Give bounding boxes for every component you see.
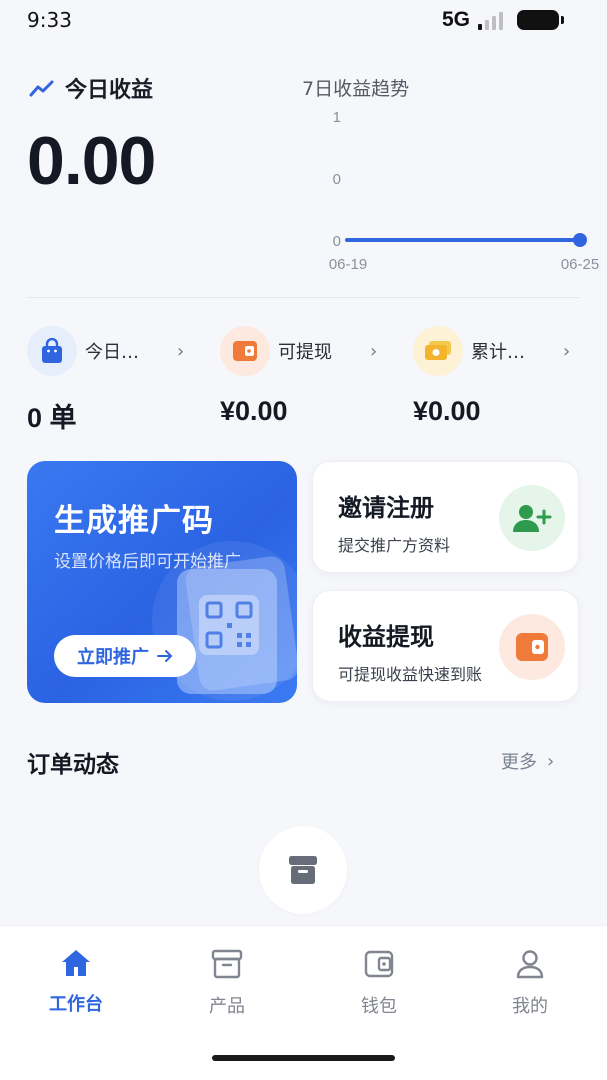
tab-label: 产品 — [209, 996, 245, 1017]
promote-now-button[interactable]: 立即推广 — [54, 635, 196, 677]
trend-x-start: 06-19 — [329, 256, 367, 273]
tab-workbench[interactable]: 工作台 — [21, 948, 131, 1016]
card-title: 收益提现 — [338, 623, 434, 651]
empty-state-icon — [259, 826, 347, 914]
invite-register-card[interactable]: 邀请注册 提交推广方资料 — [312, 461, 579, 573]
wallet-icon — [220, 326, 270, 376]
user-icon — [516, 950, 544, 979]
wallet-icon — [364, 950, 394, 978]
stat-value: ¥0.00 — [413, 396, 481, 426]
network-type: 5G — [441, 8, 470, 31]
trend-chart: 1 0 0 06-19 06-25 — [329, 109, 599, 273]
promo-title: 生成推广码 — [54, 503, 214, 539]
status-indicators: 5G — [441, 8, 564, 32]
stat-cumulative[interactable]: 累计… › ¥0.00 — [413, 326, 593, 427]
stat-label: 累计… — [471, 342, 525, 363]
card-subtitle: 可提现收益快速到账 — [338, 665, 483, 684]
stat-today-orders[interactable]: 今日… › 0 单 — [27, 326, 207, 435]
wallet-icon — [499, 614, 565, 680]
orders-title: 订单动态 — [27, 752, 119, 778]
tab-wallet[interactable]: 钱包 — [324, 948, 434, 1018]
signal-icon — [478, 10, 503, 30]
tab-label: 工作台 — [49, 994, 103, 1015]
home-indicator — [212, 1055, 395, 1061]
trend-title: 7日收益趋势 — [302, 78, 410, 100]
trend-y-tick: 0 — [333, 233, 341, 250]
tab-products[interactable]: 产品 — [172, 948, 282, 1018]
trend-x-end: 06-25 — [561, 256, 599, 273]
add-user-icon — [499, 485, 565, 551]
card-title: 邀请注册 — [338, 494, 434, 522]
trend-end-point — [573, 233, 587, 247]
cash-icon — [413, 326, 463, 376]
status-time: 9:33 — [27, 8, 72, 32]
stat-withdrawable[interactable]: 可提现 › ¥0.00 — [220, 326, 400, 427]
chevron-right-icon: › — [547, 750, 555, 772]
stat-value: 0 单 — [27, 403, 77, 433]
promote-now-label: 立即推广 — [77, 647, 149, 668]
more-label: 更多 — [501, 752, 537, 773]
tab-label: 钱包 — [361, 996, 397, 1017]
promo-subtitle: 设置价格后即可开始推广 — [54, 552, 241, 572]
home-icon — [62, 950, 90, 976]
trend-up-icon — [29, 80, 54, 97]
earnings-amount: 0.00 — [27, 123, 156, 199]
card-subtitle: 提交推广方资料 — [338, 536, 451, 555]
earnings-header: 今日收益 — [29, 72, 153, 104]
orders-more-link[interactable]: 更多 › — [501, 748, 554, 774]
chevron-right-icon: › — [177, 340, 185, 362]
trend-y-tick: 0 — [333, 171, 341, 188]
divider — [27, 297, 580, 298]
stat-label: 可提现 — [278, 342, 332, 363]
arrow-right-icon — [157, 650, 172, 662]
chevron-right-icon: › — [563, 340, 571, 362]
earnings-title: 今日收益 — [65, 78, 154, 103]
tab-label: 我的 — [512, 996, 548, 1017]
promo-card[interactable]: 生成推广码 设置价格后即可开始推广 立即推广 — [27, 461, 297, 703]
chevron-right-icon: › — [370, 340, 378, 362]
trend-y-tick: 1 — [333, 109, 341, 126]
tab-profile[interactable]: 我的 — [475, 948, 585, 1018]
stat-label: 今日… — [85, 342, 139, 363]
stat-value: ¥0.00 — [220, 396, 288, 426]
withdraw-earnings-card[interactable]: 收益提现 可提现收益快速到账 — [312, 590, 579, 702]
shopping-bag-icon — [27, 326, 77, 376]
archive-icon — [289, 856, 317, 884]
battery-icon — [517, 10, 564, 30]
archive-icon — [211, 949, 243, 979]
